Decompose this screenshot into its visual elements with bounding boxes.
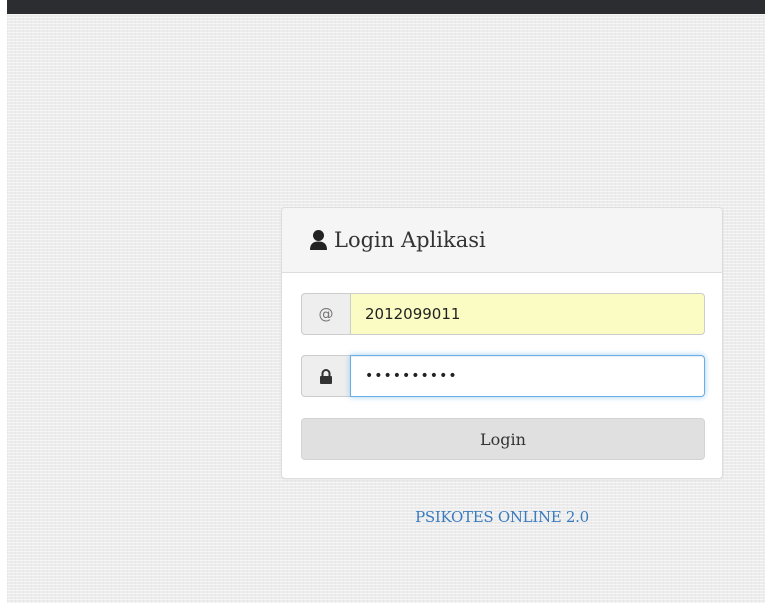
lock-icon xyxy=(301,355,350,397)
user-icon xyxy=(308,229,329,251)
password-input[interactable]: •••••••••• xyxy=(350,355,705,397)
at-sign-addon: @ xyxy=(301,293,350,335)
login-panel: Login Aplikasi @ 2012099011 •••••••••• L… xyxy=(281,207,723,479)
login-button[interactable]: Login xyxy=(301,418,705,460)
login-panel-title: Login Aplikasi xyxy=(308,225,486,255)
password-input-group: •••••••••• xyxy=(301,355,705,397)
app-name-link[interactable]: PSIKOTES ONLINE 2.0 xyxy=(281,508,723,526)
login-panel-title-text: Login Aplikasi xyxy=(334,228,486,252)
username-input[interactable]: 2012099011 xyxy=(350,293,705,335)
username-value: 2012099011 xyxy=(365,305,461,323)
username-input-group: @ 2012099011 xyxy=(301,293,705,335)
password-masked-value: •••••••••• xyxy=(365,368,458,384)
login-panel-heading: Login Aplikasi xyxy=(282,208,722,273)
login-button-label: Login xyxy=(480,429,526,449)
top-navbar xyxy=(7,0,765,14)
